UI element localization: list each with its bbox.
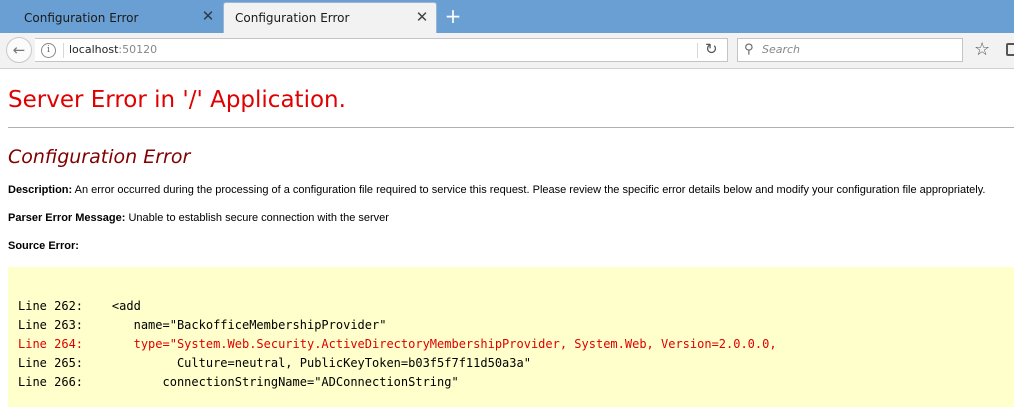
url-port: :50120	[118, 43, 158, 56]
url-host: localhost	[69, 43, 119, 56]
parser-text: Unable to establish secure connection wi…	[128, 212, 389, 224]
code-line: Line 263: name="BackofficeMembershipProv…	[18, 318, 387, 332]
url-text[interactable]: localhost:50120	[69, 43, 157, 56]
description-label: Description:	[8, 184, 73, 196]
source-error: Source Error:	[8, 240, 79, 252]
tab-title: Configuration Error	[24, 10, 139, 25]
description-text: An error occurred during the processing …	[74, 184, 986, 196]
reload-icon[interactable]: ↻	[705, 40, 718, 58]
reader-view-icon[interactable]	[1006, 43, 1014, 56]
back-button[interactable]: ←	[6, 37, 32, 63]
page-content: Server Error in '/' Application. Configu…	[0, 70, 1014, 407]
divider	[697, 43, 698, 58]
code-line: Line 265: Culture=neutral, PublicKeyToke…	[18, 356, 531, 370]
address-bar[interactable]: i localhost:50120 ↻	[35, 38, 728, 62]
divider	[8, 127, 1014, 128]
back-arrow-icon: ←	[12, 41, 26, 59]
code-line: Line 266: connectionStringName="ADConnec…	[18, 375, 459, 389]
source-code-block: Line 262: <add Line 263: name="Backoffic…	[8, 267, 1014, 407]
close-tab-icon[interactable]: ✕	[201, 9, 215, 24]
code-line-error: Line 264: type="System.Web.Security.Acti…	[18, 337, 777, 351]
search-icon: ⚲	[744, 42, 754, 57]
navigation-bar: ← i localhost:50120 ↻ ⚲ Search ☆	[0, 33, 1014, 69]
parser-error-message: Parser Error Message: Unable to establis…	[8, 212, 389, 224]
code-line: Line 262: <add	[18, 299, 141, 313]
info-icon[interactable]: i	[41, 43, 56, 58]
tab-configuration-error-2[interactable]: Configuration Error ✕	[223, 2, 437, 33]
tab-title: Configuration Error	[235, 11, 350, 25]
page-title: Server Error in '/' Application.	[8, 87, 346, 113]
tab-strip: Configuration Error ✕ Configuration Erro…	[0, 0, 1014, 33]
parser-label: Parser Error Message:	[8, 212, 126, 224]
error-heading: Configuration Error	[8, 146, 191, 168]
divider	[63, 43, 64, 58]
close-tab-icon[interactable]: ✕	[415, 10, 429, 25]
new-tab-icon[interactable]: +	[443, 5, 463, 27]
description: Description: An error occurred during th…	[8, 184, 985, 196]
tab-configuration-error-1[interactable]: Configuration Error ✕	[0, 2, 222, 33]
bookmark-star-icon[interactable]: ☆	[974, 39, 990, 60]
search-input[interactable]: ⚲ Search	[737, 38, 963, 62]
source-label: Source Error:	[8, 240, 79, 252]
search-placeholder: Search	[762, 43, 801, 56]
